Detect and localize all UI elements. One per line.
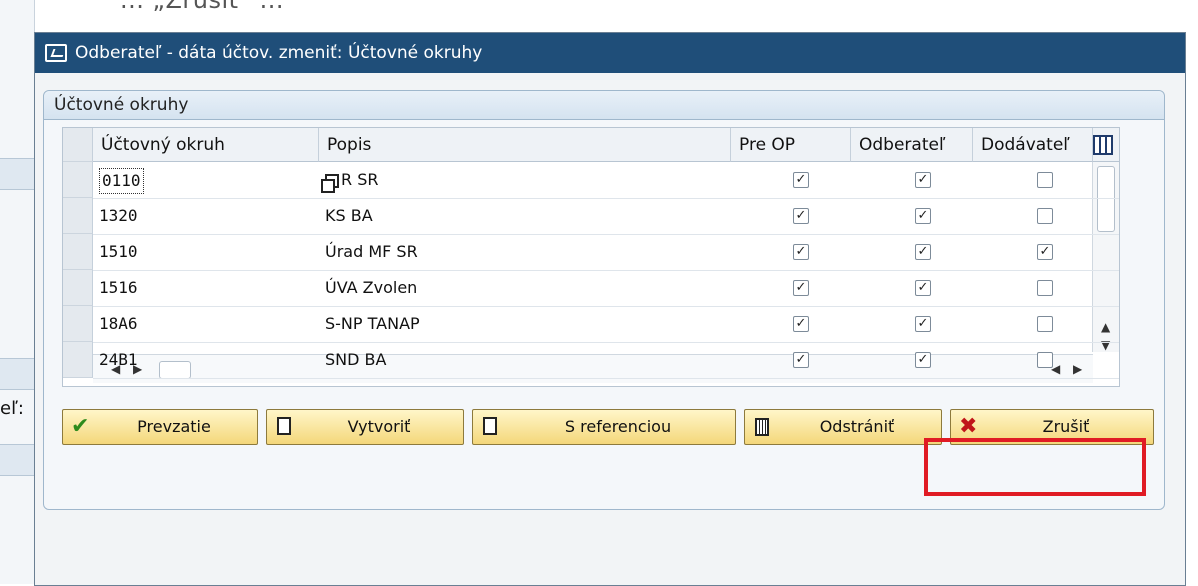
checkbox-pre-op[interactable]: ✓: [793, 352, 809, 368]
company-code-cell[interactable]: 18A6: [93, 306, 319, 342]
row-selector[interactable]: [63, 162, 93, 198]
column-header-odberatel[interactable]: Odberateľ: [851, 128, 973, 162]
company-code-value: 1510: [99, 242, 138, 261]
column-header-description[interactable]: Popis: [319, 128, 731, 162]
checkbox-odberatel[interactable]: ✓: [915, 352, 931, 368]
settings-header: [1093, 128, 1119, 162]
s-referenciou-button[interactable]: S referenciou: [472, 409, 736, 445]
background-stripe: [0, 358, 34, 390]
description-cell: S-NP TANAP: [319, 306, 731, 342]
s-referenciou-label: S referenciou: [564, 417, 672, 436]
dialog-titlebar: Odberateľ - dáta účtov. zmeniť: Účtovné …: [35, 33, 1185, 73]
row-selector[interactable]: [63, 342, 93, 378]
odstranit-button[interactable]: Odstrániť: [744, 409, 942, 445]
checkbox-dodavatel[interactable]: [1037, 352, 1053, 368]
checkbox-odberatel[interactable]: ✓: [915, 208, 931, 224]
description-cell: SND BA: [319, 342, 731, 378]
table-row[interactable]: 18A6 S-NP TANAP ✓ ✓: [93, 306, 1119, 343]
checkbox-dodavatel[interactable]: [1037, 316, 1053, 332]
company-code-value: 1320: [99, 206, 138, 225]
company-code-cell[interactable]: 0110: [93, 162, 319, 198]
row-selector[interactable]: [63, 234, 93, 270]
group-title: Účtovné okruhy: [44, 91, 1164, 120]
checkbox-pre-op[interactable]: ✓: [793, 244, 809, 260]
company-code-cell[interactable]: 24B1: [93, 342, 319, 378]
background-stripe: [0, 444, 34, 476]
row-selector[interactable]: [63, 198, 93, 234]
checkbox-dodavatel[interactable]: ✓: [1037, 244, 1053, 260]
cancel-x-icon: ✖: [959, 414, 978, 439]
table-row[interactable]: 24B1 SND BA ✓ ✓: [93, 342, 1119, 379]
prevzatie-label: Prevzatie: [137, 417, 211, 436]
description-value: KS BA: [325, 206, 373, 225]
table-row[interactable]: 0110 R SR ✓ ✓: [93, 162, 1119, 199]
checkbox-pre-op[interactable]: ✓: [793, 208, 809, 224]
odstranit-label: Odstrániť: [819, 417, 895, 436]
select-all-cell[interactable]: [63, 128, 93, 162]
prevzatie-button[interactable]: ✔ Prevzatie: [62, 409, 258, 445]
checkbox-pre-op[interactable]: ✓: [793, 316, 809, 332]
company-code-value: 0110: [99, 168, 144, 194]
description-value: S-NP TANAP: [325, 314, 420, 333]
checkbox-odberatel[interactable]: ✓: [915, 280, 931, 296]
description-cell: R SR: [319, 162, 731, 198]
background-stripe: [0, 158, 34, 190]
checkbox-dodavatel[interactable]: [1037, 172, 1053, 188]
checkmark-icon: ✔: [71, 414, 90, 439]
column-header-dodavatel[interactable]: Dodávateľ: [973, 128, 1093, 162]
checkbox-pre-op[interactable]: ✓: [793, 172, 809, 188]
table-row[interactable]: 1510 Úrad MF SR ✓ ✓ ✓: [93, 234, 1119, 271]
table-row[interactable]: 1320 KS BA ✓ ✓: [93, 198, 1119, 235]
checkbox-dodavatel[interactable]: [1037, 208, 1053, 224]
checkbox-odberatel[interactable]: ✓: [915, 172, 931, 188]
company-code-value: 1516: [99, 278, 138, 297]
column-header-pre-op[interactable]: Pre OP: [731, 128, 851, 162]
checkbox-odberatel[interactable]: ✓: [915, 244, 931, 260]
description-cell: Úrad MF SR: [319, 234, 731, 270]
row-selector[interactable]: [63, 270, 93, 306]
company-code-value: 24B1: [99, 350, 138, 369]
vytvorit-label: Vytvoriť: [347, 417, 411, 436]
row-selector[interactable]: [63, 306, 93, 342]
checkbox-dodavatel[interactable]: [1037, 280, 1053, 296]
dialog-title: Odberateľ - dáta účtov. zmeniť: Účtovné …: [75, 43, 483, 63]
highlight-box: [924, 438, 1146, 496]
description-value: SND BA: [325, 350, 387, 369]
description-cell: KS BA: [319, 198, 731, 234]
window-icon: [45, 44, 67, 62]
document-icon: [277, 417, 291, 435]
trash-icon: [755, 418, 769, 436]
company-code-cell[interactable]: 1516: [93, 270, 319, 306]
checkbox-pre-op[interactable]: ✓: [793, 280, 809, 296]
company-code-cell[interactable]: 1320: [93, 198, 319, 234]
table-settings-icon[interactable]: [1093, 135, 1113, 155]
checkbox-odberatel[interactable]: ✓: [915, 316, 931, 332]
background-caption: ... „Zrušiť“ ...: [120, 0, 284, 14]
company-code-cell[interactable]: 1510: [93, 234, 319, 270]
description-value: R SR: [341, 170, 379, 189]
document-icon: [483, 417, 497, 435]
company-codes-table: Účtovný okruh Popis Pre OP Odberateľ Dod…: [62, 127, 1120, 387]
dialog-window: Odberateľ - dáta účtov. zmeniť: Účtovné …: [34, 32, 1186, 586]
description-value: Úrad MF SR: [325, 242, 418, 261]
copy-icon[interactable]: [321, 173, 339, 193]
table-row[interactable]: 1516 ÚVA Zvolen ✓ ✓: [93, 270, 1119, 307]
vytvorit-button[interactable]: Vytvoriť: [266, 409, 464, 445]
background-field-label: eľ:: [0, 398, 24, 419]
company-code-value: 18A6: [99, 314, 138, 333]
column-header-code[interactable]: Účtovný okruh: [93, 128, 319, 162]
description-value: ÚVA Zvolen: [325, 278, 418, 297]
description-cell: ÚVA Zvolen: [319, 270, 731, 306]
background-left-panel: [0, 0, 35, 584]
